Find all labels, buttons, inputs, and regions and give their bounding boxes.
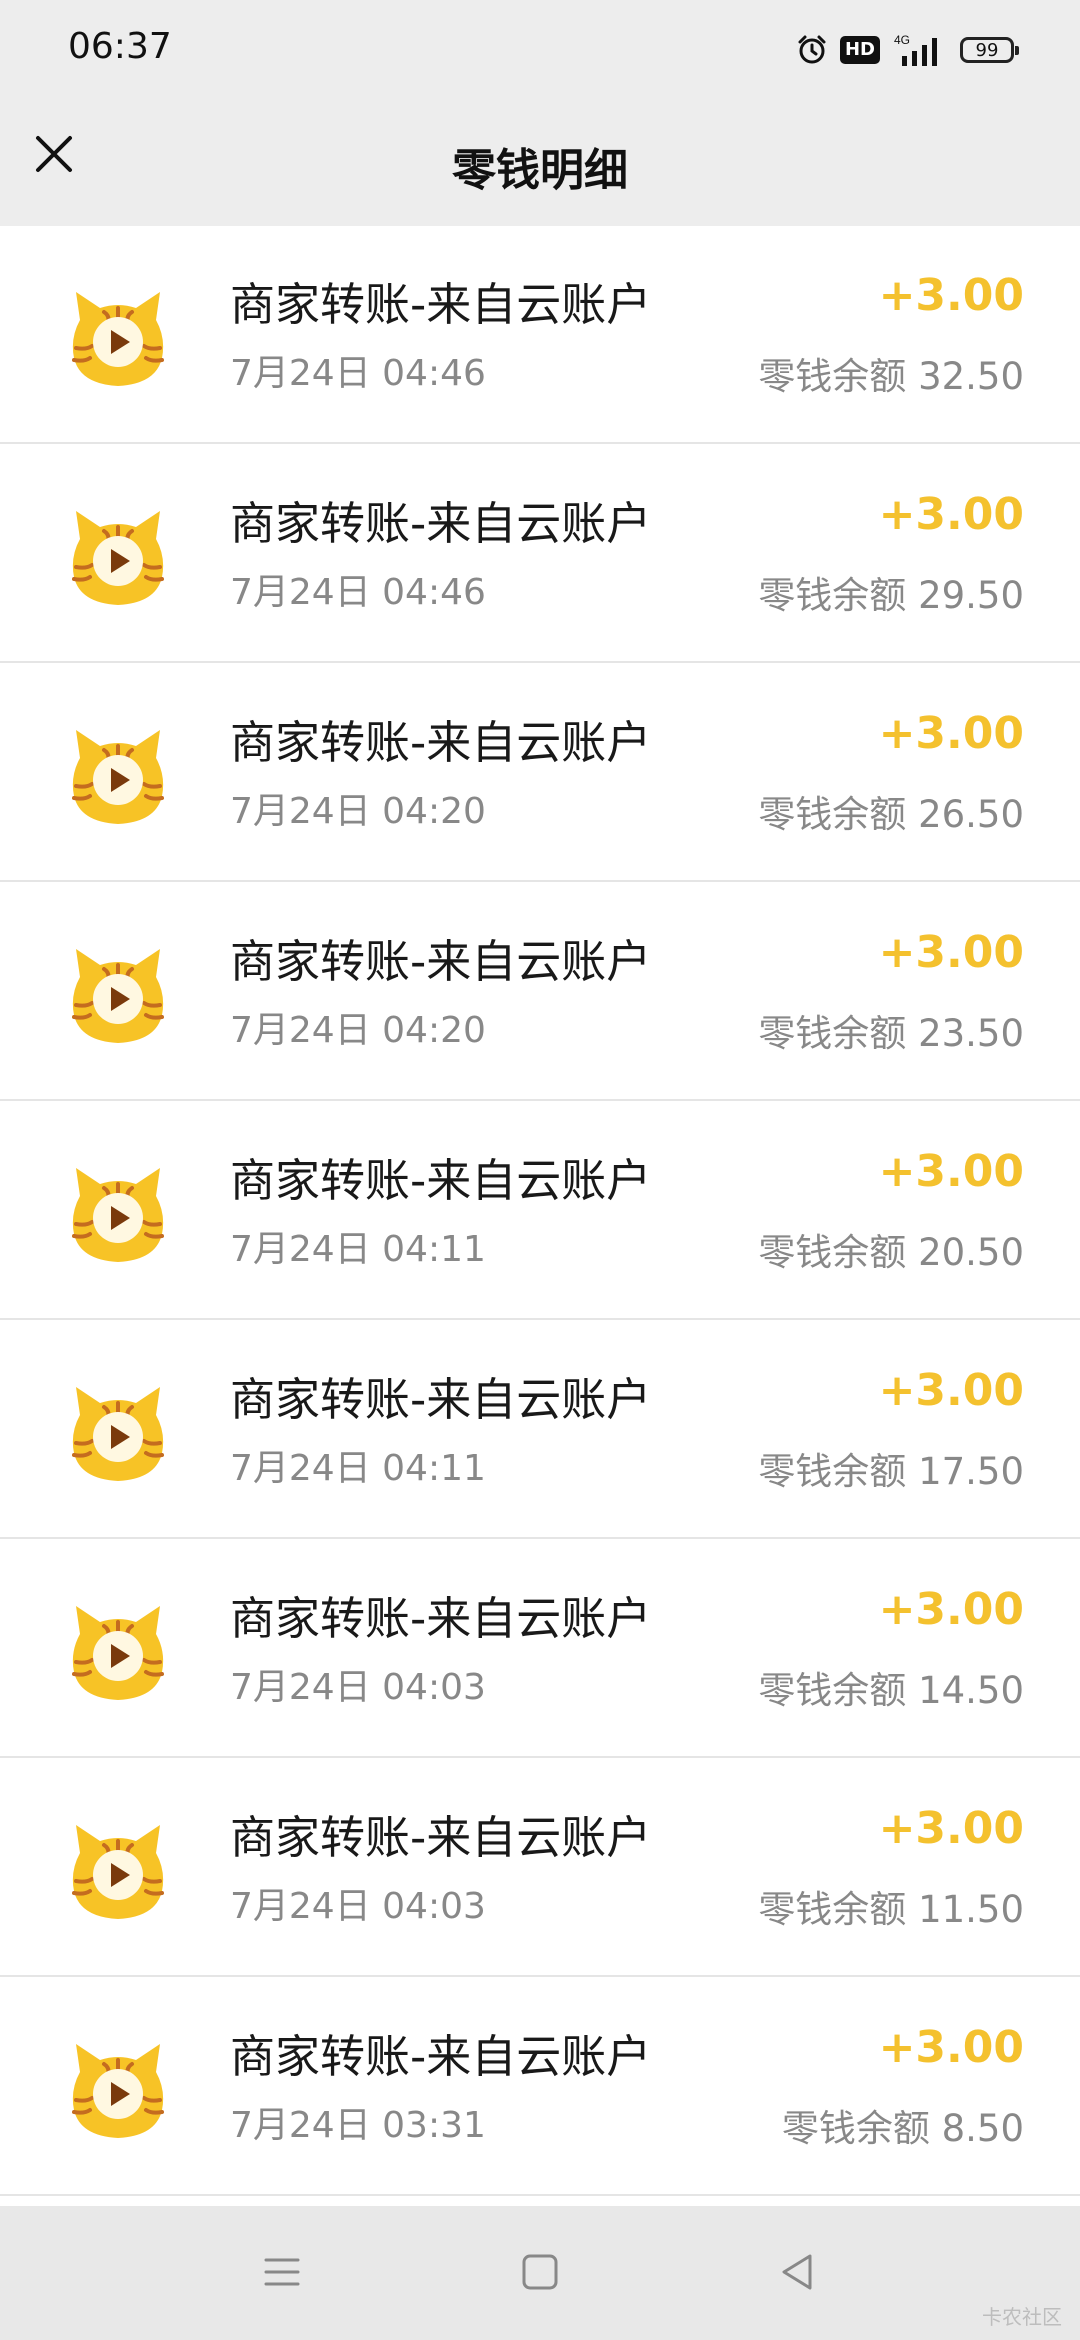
- balance-after: 零钱余额 8.50: [781, 2107, 1024, 2150]
- transaction-title: 商家转账-来自云账户: [230, 497, 652, 550]
- home-icon[interactable]: [516, 2248, 564, 2296]
- tiger-avatar-icon: [66, 2038, 170, 2142]
- watermark: 卡农社区: [982, 2305, 1062, 2329]
- tiger-avatar-icon: [66, 1162, 170, 1266]
- transaction-amount: +3.00: [878, 489, 1024, 540]
- transaction-title: 商家转账-来自云账户: [230, 935, 652, 988]
- balance-after: 零钱余额 29.50: [758, 574, 1024, 617]
- transaction-amount: +3.00: [878, 1803, 1024, 1854]
- transaction-time: 7月24日 03:31: [230, 2105, 486, 2146]
- balance-after: 零钱余额 20.50: [758, 1231, 1024, 1274]
- status-time: 06:37: [68, 26, 172, 67]
- balance-after: 零钱余额 32.50: [758, 355, 1024, 398]
- nav-bar: 零钱明细: [0, 96, 1080, 226]
- balance-after: 零钱余额 11.50: [758, 1888, 1024, 1931]
- transaction-amount: +3.00: [878, 927, 1024, 978]
- transaction-amount: +3.00: [878, 1146, 1024, 1197]
- signal-icon: 4G: [892, 32, 948, 68]
- transaction-time: 7月24日 04:46: [230, 572, 486, 613]
- status-bar: 06:37 HD 4G 99: [0, 0, 1080, 96]
- transaction-row[interactable]: 商家转账-来自云账户 7月24日 04:46 +3.00 零钱余额 32.50: [0, 226, 1080, 444]
- transaction-title: 商家转账-来自云账户: [230, 2030, 652, 2083]
- tiger-avatar-icon: [66, 1819, 170, 1923]
- tiger-avatar-icon: [66, 505, 170, 609]
- transaction-time: 7月24日 04:20: [230, 1010, 486, 1051]
- transaction-title: 商家转账-来自云账户: [230, 278, 652, 331]
- tiger-avatar-icon: [66, 943, 170, 1047]
- balance-after: 零钱余额 14.50: [758, 1669, 1024, 1712]
- tiger-avatar-icon: [66, 724, 170, 828]
- transaction-title: 商家转账-来自云账户: [230, 1154, 652, 1207]
- battery-level: 99: [975, 39, 999, 61]
- transaction-amount: +3.00: [878, 1365, 1024, 1416]
- tiger-avatar-icon: [66, 1381, 170, 1485]
- balance-after: 零钱余额 26.50: [758, 793, 1024, 836]
- transaction-title: 商家转账-来自云账户: [230, 1592, 652, 1645]
- balance-after: 零钱余额 23.50: [758, 1012, 1024, 1055]
- transaction-amount: +3.00: [878, 1584, 1024, 1635]
- battery-icon: 99: [960, 37, 1019, 63]
- tiger-avatar-icon: [66, 1600, 170, 1704]
- transaction-amount: +3.00: [878, 708, 1024, 759]
- transaction-time: 7月24日 04:46: [230, 353, 486, 394]
- transaction-amount: +3.00: [878, 2022, 1024, 2073]
- transaction-row[interactable]: 商家转账-来自云账户 7月24日 04:20 +3.00 零钱余额 26.50: [0, 664, 1080, 882]
- transaction-row[interactable]: 商家转账-来自云账户 7月24日 04:03 +3.00 零钱余额 11.50: [0, 1759, 1080, 1977]
- transaction-list: 商家转账-来自云账户 7月24日 04:46 +3.00 零钱余额 32.50 …: [0, 226, 1080, 2206]
- hd-badge: HD: [839, 36, 880, 64]
- transaction-time: 7月24日 04:11: [230, 1229, 486, 1270]
- menu-icon[interactable]: [258, 2248, 306, 2296]
- tiger-avatar-icon: [66, 286, 170, 390]
- transaction-amount: +3.00: [878, 270, 1024, 321]
- transaction-title: 商家转账-来自云账户: [230, 1373, 652, 1426]
- alarm-icon: [796, 34, 828, 66]
- transaction-row[interactable]: 商家转账-来自云账户 7月24日 04:46 +3.00 零钱余额 29.50: [0, 445, 1080, 663]
- transaction-title: 商家转账-来自云账户: [230, 1811, 652, 1864]
- transaction-row[interactable]: 商家转账-来自云账户 7月24日 04:20 +3.00 零钱余额 23.50: [0, 883, 1080, 1101]
- system-navigation-bar: 卡农社区: [0, 2206, 1080, 2340]
- network-type-label: 4G: [894, 33, 910, 47]
- transaction-time: 7月24日 04:03: [230, 1667, 486, 1708]
- transaction-time: 7月24日 04:20: [230, 791, 486, 832]
- transaction-title: 商家转账-来自云账户: [230, 716, 652, 769]
- transaction-row[interactable]: 商家转账-来自云账户 7月24日 04:03 +3.00 零钱余额 14.50: [0, 1540, 1080, 1758]
- balance-after: 零钱余额 17.50: [758, 1450, 1024, 1493]
- back-icon[interactable]: [774, 2248, 822, 2296]
- transaction-row[interactable]: 商家转账-来自云账户 7月24日 04:11 +3.00 零钱余额 17.50: [0, 1321, 1080, 1539]
- transaction-time: 7月24日 04:03: [230, 1886, 486, 1927]
- transaction-row[interactable]: 商家转账-来自云账户 7月24日 04:11 +3.00 零钱余额 20.50: [0, 1102, 1080, 1320]
- transaction-time: 7月24日 04:11: [230, 1448, 486, 1489]
- transaction-row[interactable]: 商家转账-来自云账户 7月24日 03:31 +3.00 零钱余额 8.50: [0, 1978, 1080, 2196]
- page-title: 零钱明细: [452, 145, 628, 196]
- status-icons: HD 4G 99: [796, 28, 1019, 72]
